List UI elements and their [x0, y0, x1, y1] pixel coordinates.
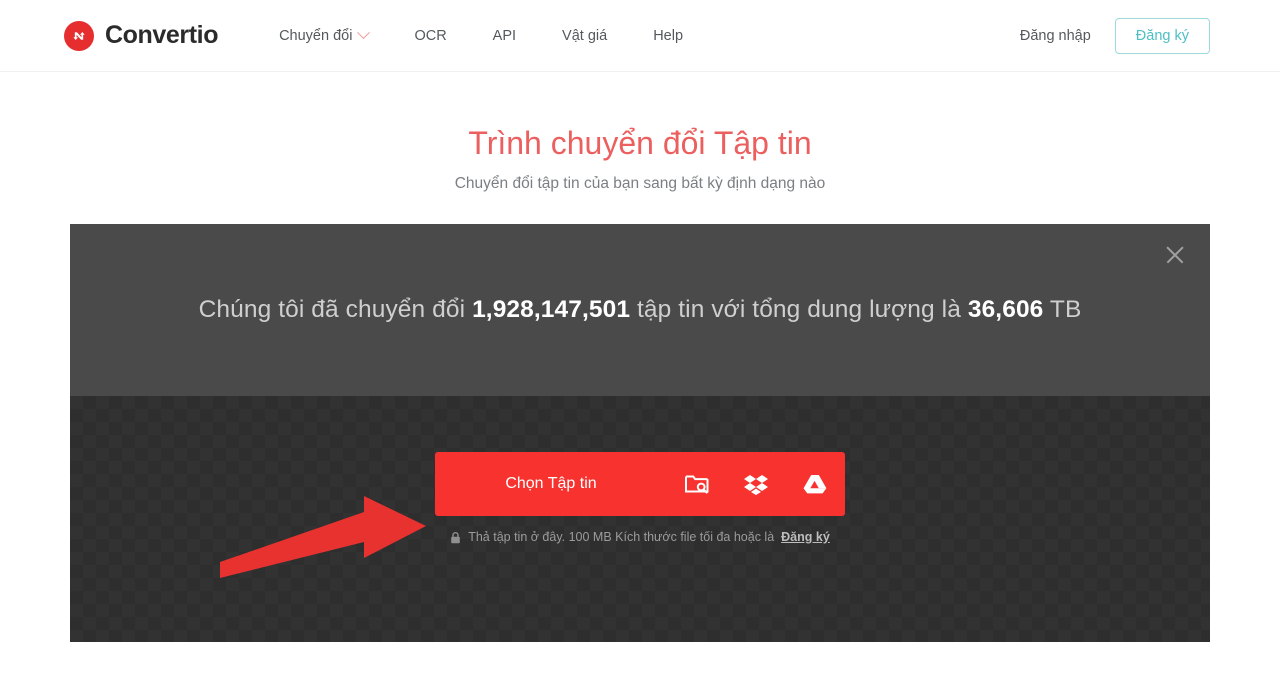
dropzone-hint-signup-link[interactable]: Đăng ký — [781, 530, 830, 544]
converter-panel: Chúng tôi đã chuyển đổi 1,928,147,501 tậ… — [70, 224, 1210, 642]
nav-item-help[interactable]: Help — [630, 28, 706, 44]
lock-icon — [450, 531, 461, 544]
stats-total-size: 36,606 — [967, 296, 1044, 323]
google-drive-icon[interactable] — [786, 452, 845, 516]
chevron-down-icon — [357, 26, 371, 40]
nav-item-label: Vật giá — [562, 27, 608, 44]
nav-item-label: Help — [653, 27, 684, 44]
dropbox-icon[interactable] — [726, 452, 785, 516]
stats-text: Chúng tôi đã chuyển đổi 1,928,147,501 tậ… — [199, 296, 1082, 324]
stats-files-count: 1,928,147,501 — [472, 296, 631, 323]
folder-search-icon[interactable] — [667, 452, 726, 516]
nav-item-label: OCR — [414, 27, 447, 44]
main-nav: Chuyển đổi OCR API Vật giá Help — [279, 26, 706, 44]
convertio-logo-icon — [64, 20, 94, 51]
brand-logo[interactable]: Convertio — [64, 20, 219, 51]
nav-item-label: Chuyển đổi — [279, 27, 353, 44]
stats-banner: Chúng tôi đã chuyển đổi 1,928,147,501 tậ… — [70, 224, 1210, 396]
page-subtitle: Chuyển đổi tập tin của bạn sang bất kỳ đ… — [454, 175, 826, 193]
brand-name: Convertio — [105, 21, 219, 49]
nav-item-api[interactable]: API — [470, 28, 539, 44]
nav-item-chuyen-doi[interactable]: Chuyển đổi — [279, 26, 391, 44]
dropzone-hint: Thả tập tin ở đây. 100 MB Kích thước fil… — [70, 530, 1210, 544]
stats-size-unit: TB — [1049, 296, 1082, 323]
stats-prefix: Chúng tôi đã chuyển đổi — [198, 296, 466, 323]
hero-section: Trình chuyển đổi Tập tin Chuyển đổi tập … — [0, 72, 1280, 193]
login-link[interactable]: Đăng nhập — [1020, 28, 1091, 44]
choose-file-label: Chọn Tập tin — [505, 475, 597, 492]
nav-item-label: API — [492, 27, 517, 44]
header-actions: Đăng nhập Đăng ký — [1020, 0, 1210, 72]
close-icon[interactable] — [1162, 242, 1188, 268]
dropzone-hint-text: Thả tập tin ở đây. 100 MB Kích thước fil… — [468, 530, 775, 544]
nav-item-vat-gia[interactable]: Vật giá — [539, 28, 630, 44]
stats-middle: tập tin với tổng dung lượng là — [636, 296, 961, 323]
signup-button[interactable]: Đăng ký — [1114, 18, 1210, 54]
file-dropzone[interactable]: Chọn Tập tin Thả tập tin ở đây. 100 MB K… — [70, 396, 1210, 642]
site-header: Convertio Chuyển đổi OCR API Vật giá Hel… — [0, 0, 1280, 72]
choose-file-button[interactable]: Chọn Tập tin — [435, 452, 845, 516]
nav-item-ocr[interactable]: OCR — [391, 28, 469, 44]
page-title: Trình chuyển đổi Tập tin — [468, 125, 812, 161]
